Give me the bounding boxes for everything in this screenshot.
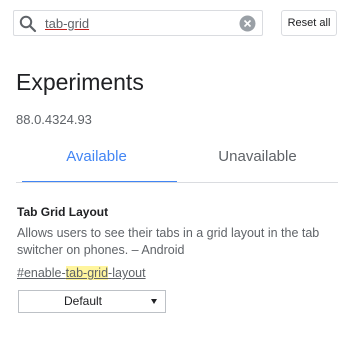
experiment-permalink[interactable]: #enable-tab-grid-layout (17, 266, 146, 280)
tab-bar: Available Unavailable (16, 148, 338, 183)
select-value: Default (63, 294, 103, 308)
tab-unavailable[interactable]: Unavailable (177, 148, 338, 179)
tabs-divider (16, 182, 338, 183)
reset-all-button[interactable]: Reset all (281, 10, 337, 36)
clear-icon[interactable] (239, 15, 256, 32)
search-icon (19, 15, 37, 33)
experiment-description: Allows users to see their tabs in a grid… (17, 226, 320, 257)
top-bar: Reset all (0, 0, 350, 46)
version-number: 88.0.4324.93 (16, 112, 92, 127)
dropdown-arrow-icon (151, 299, 157, 304)
link-suffix: -layout (108, 266, 146, 280)
link-prefix: #enable- (17, 266, 66, 280)
experiment-state-select[interactable]: Default (18, 290, 166, 313)
search-input[interactable] (45, 14, 235, 33)
page-title: Experiments (16, 69, 144, 95)
tab-available[interactable]: Available (16, 148, 177, 179)
search-box[interactable] (13, 10, 263, 36)
search-match-highlight: tab-grid (65, 266, 109, 280)
experiment-title: Tab Grid Layout (17, 205, 109, 219)
